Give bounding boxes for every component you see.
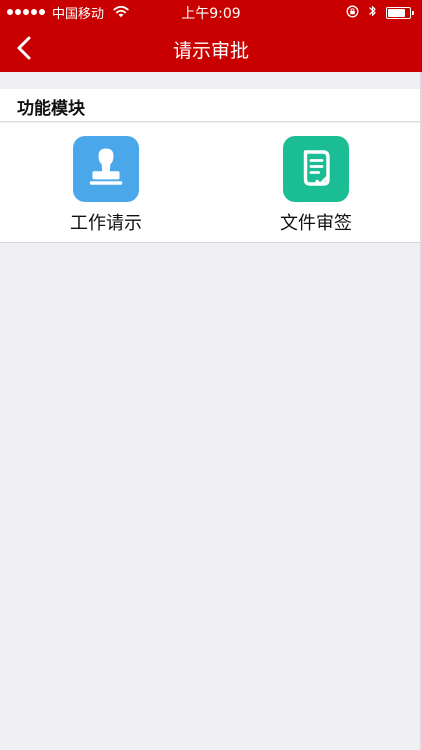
- top-header: 中国移动 上午9:09 请示审批: [0, 0, 422, 72]
- work-request-icon-tile[interactable]: [73, 136, 139, 202]
- bluetooth-icon: [368, 4, 377, 22]
- module-grid: 工作请示 文件审签: [0, 123, 422, 243]
- work-request-module[interactable]: 工作请示: [46, 136, 166, 240]
- section-title: 功能模块: [0, 89, 422, 122]
- page-title: 请示审批: [172, 40, 249, 62]
- app-screen: 中国移动 上午9:09 请示审批 功能模块 工作请示 文件审签: [0, 0, 422, 750]
- document-signing-label: 文件审签: [280, 213, 352, 234]
- work-request-label: 工作请示: [70, 213, 142, 234]
- document-check-icon: [303, 150, 330, 186]
- status-bar: 中国移动 上午9:09: [0, 0, 422, 24]
- stamp-icon: [89, 148, 123, 185]
- orientation-lock-icon: [346, 5, 359, 22]
- battery-level: [388, 9, 405, 17]
- document-signing-icon-tile[interactable]: [283, 136, 349, 202]
- document-signing-module[interactable]: 文件审签: [256, 136, 376, 240]
- battery-icon: [386, 7, 414, 19]
- status-right: [337, 4, 414, 22]
- navigation-bar: 请示审批: [0, 24, 422, 72]
